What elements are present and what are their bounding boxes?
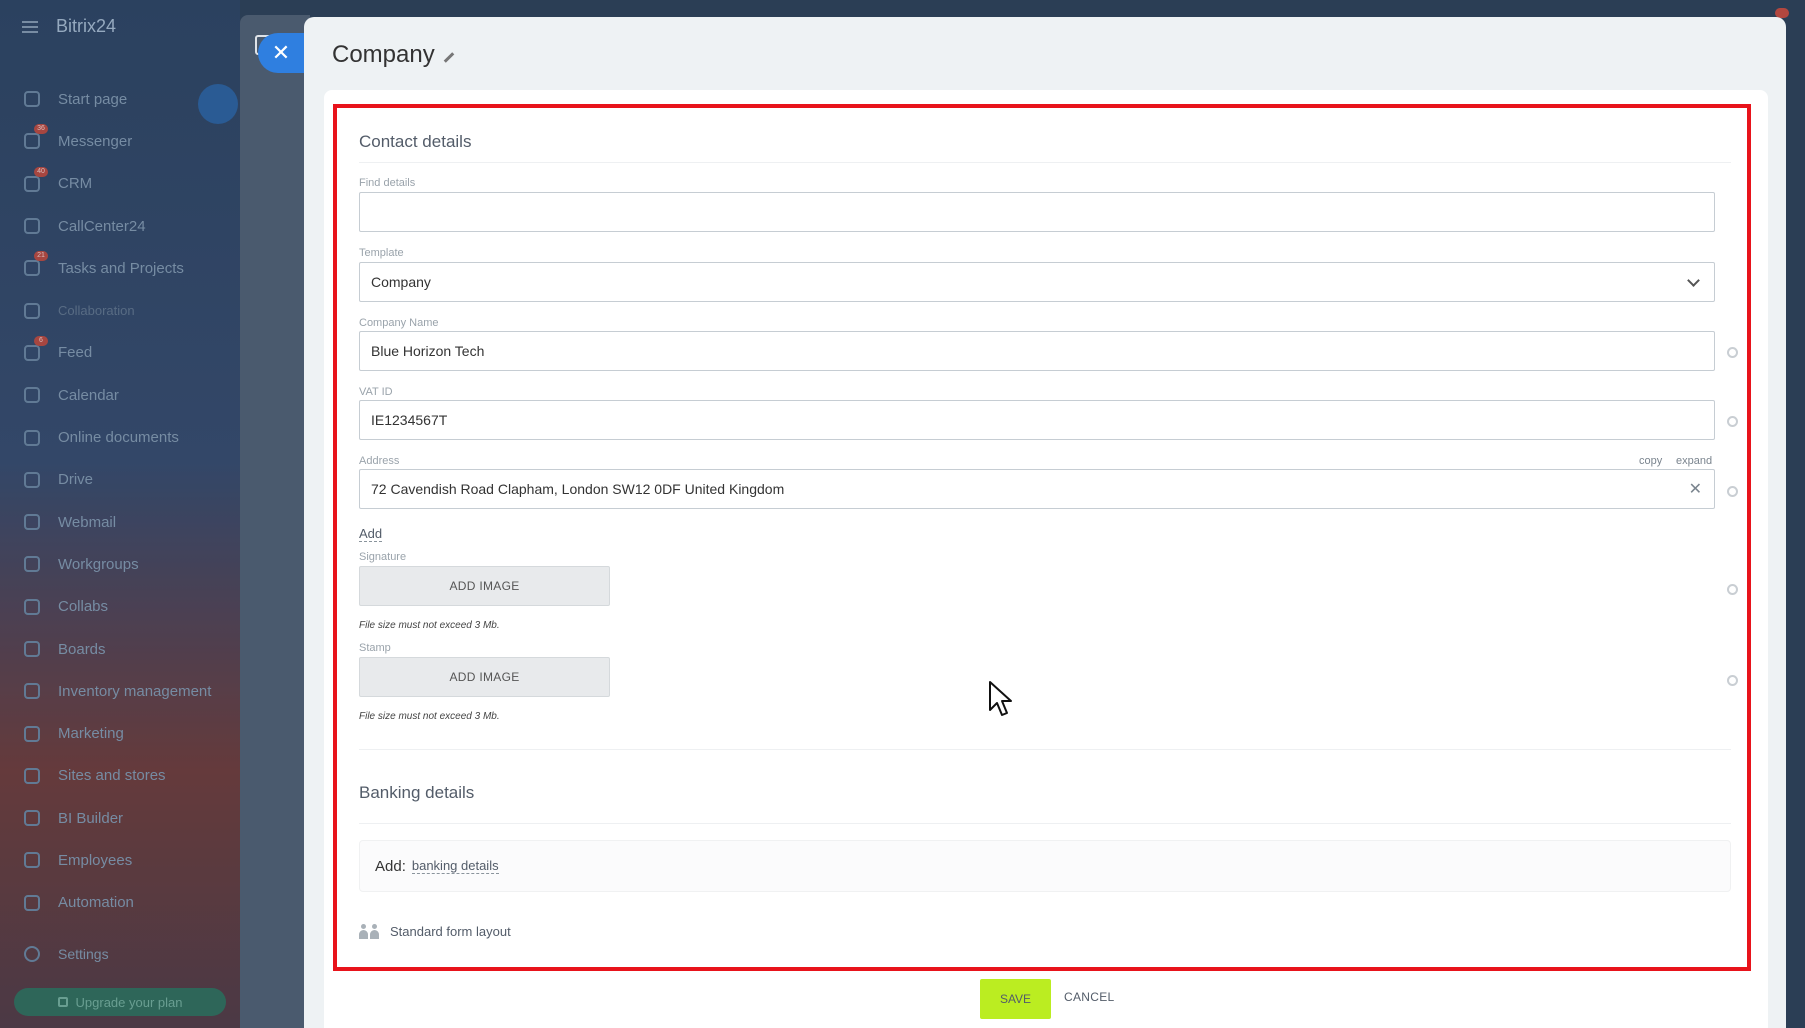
sidebar-item[interactable]: CallCenter24: [0, 205, 240, 247]
phone-icon: [24, 218, 40, 235]
save-button[interactable]: SAVE: [980, 979, 1051, 1019]
mouse-cursor-icon: [989, 681, 1012, 716]
company-name-label: Company Name: [359, 317, 439, 329]
brand: Bitrix24: [22, 16, 116, 37]
gear-icon: [24, 946, 40, 962]
count-badge: 6: [34, 335, 48, 346]
collab-icon: [24, 302, 40, 319]
sidebar-item[interactable]: Boards: [0, 628, 240, 670]
vat-id-field[interactable]: IE1234567T: [359, 400, 1715, 440]
banking-add-row: Add: banking details: [359, 840, 1731, 892]
close-button[interactable]: ✕: [258, 33, 304, 73]
upgrade-button[interactable]: Upgrade your plan: [14, 988, 226, 1016]
company-slider: Company Contact details Find details Tem…: [304, 17, 1786, 1028]
vat-id-label: VAT ID: [359, 386, 393, 398]
page-title: Company: [332, 41, 455, 69]
address-copy-link[interactable]: copy: [1639, 455, 1662, 467]
stamp-add-image-button[interactable]: ADD IMAGE: [359, 657, 610, 697]
sidebar-item[interactable]: Automation: [0, 882, 240, 924]
feed-icon: [24, 344, 40, 361]
count-badge: 21: [34, 251, 48, 262]
chart-icon: [24, 810, 40, 827]
clear-icon[interactable]: ✕: [1689, 479, 1702, 499]
count-badge: 36: [34, 124, 48, 135]
close-icon: ✕: [271, 40, 291, 65]
sidebar-settings[interactable]: Settings: [24, 946, 109, 962]
find-details-label: Find details: [359, 177, 416, 189]
document-icon: [24, 429, 40, 446]
divider: [359, 162, 1731, 163]
sidebar-item[interactable]: 6 Feed: [0, 332, 240, 374]
section-title-banking: Banking details: [359, 783, 475, 802]
board-icon: [24, 641, 40, 657]
gear-icon[interactable]: [1727, 675, 1738, 686]
signature-label: Signature: [359, 551, 407, 563]
calendar-icon: [24, 387, 40, 404]
form-card: Contact details Find details Template Co…: [324, 90, 1768, 1028]
mail-icon: [24, 514, 40, 531]
sidebar-item[interactable]: 40 CRM: [0, 163, 240, 205]
sidebar-item[interactable]: Inventory management: [0, 670, 240, 712]
tasks-icon: [24, 260, 40, 277]
sidebar-item[interactable]: Collaboration: [0, 289, 240, 331]
collabs-icon: [24, 598, 40, 615]
sidebar-item[interactable]: Employees: [0, 839, 240, 881]
inventory-icon: [24, 683, 40, 700]
gear-icon[interactable]: [1727, 416, 1738, 427]
menu-icon[interactable]: [22, 20, 38, 33]
template-select[interactable]: Company: [359, 262, 1715, 302]
automation-icon: [24, 894, 40, 911]
cart-icon: [24, 767, 40, 784]
underlying-slider: [240, 15, 310, 1028]
count-badge: 40: [34, 166, 48, 177]
gear-icon[interactable]: [1727, 347, 1738, 358]
company-name-field[interactable]: Blue Horizon Tech: [359, 331, 1715, 371]
people-icon: [359, 923, 381, 939]
signature-add-image-button[interactable]: ADD IMAGE: [359, 566, 610, 606]
sidebar-toggle-button[interactable]: [198, 84, 238, 124]
sidebar-item[interactable]: Sites and stores: [0, 755, 240, 797]
sidebar-nav: Start page 36 Messenger 40 CRM CallCenter2…: [0, 78, 240, 924]
sidebar-item[interactable]: Webmail: [0, 501, 240, 543]
form-layout-link[interactable]: Standard form layout: [359, 923, 511, 939]
add-address-link[interactable]: Add: [359, 526, 383, 542]
sidebar-item[interactable]: Collabs: [0, 586, 240, 628]
sidebar-item[interactable]: 21 Tasks and Projects: [0, 247, 240, 289]
brand-logo: Bitrix24: [56, 16, 117, 36]
chat-icon: [24, 133, 40, 150]
section-title-contact: Contact details: [359, 132, 472, 151]
drive-icon: [24, 471, 40, 488]
marketing-icon: [24, 725, 40, 742]
stamp-hint: File size must not exceed 3 Mb.: [359, 711, 500, 722]
find-details-input[interactable]: [359, 192, 1715, 232]
sidebar: Bitrix24 Start page 36 Messenger 40 CRM Ca…: [0, 0, 240, 1028]
pencil-icon[interactable]: [443, 51, 455, 63]
cancel-button[interactable]: CANCEL: [1064, 990, 1114, 1004]
add-banking-details-link[interactable]: banking details: [411, 858, 499, 874]
sidebar-item[interactable]: Calendar: [0, 374, 240, 416]
divider: [359, 823, 1731, 824]
address-expand-link[interactable]: expand: [1676, 455, 1712, 467]
sidebar-item[interactable]: Online documents: [0, 416, 240, 458]
sidebar-item[interactable]: Workgroups: [0, 543, 240, 585]
sidebar-item[interactable]: Drive: [0, 459, 240, 501]
sidebar-item[interactable]: 36 Messenger: [0, 120, 240, 162]
address-field[interactable]: 72 Cavendish Road Clapham, London SW12 0…: [359, 469, 1715, 509]
stamp-label: Stamp: [359, 642, 391, 654]
chevron-down-icon: [1687, 274, 1700, 287]
sidebar-item[interactable]: BI Builder: [0, 797, 240, 839]
group-icon: [24, 556, 40, 573]
divider: [359, 749, 1731, 750]
gear-icon[interactable]: [1727, 584, 1738, 595]
address-label: Address: [359, 455, 400, 467]
crm-icon: [24, 175, 40, 192]
employees-icon: [24, 852, 40, 869]
signature-hint: File size must not exceed 3 Mb.: [359, 620, 500, 631]
upgrade-icon: [57, 997, 68, 1007]
sidebar-item[interactable]: Marketing: [0, 712, 240, 754]
template-label: Template: [359, 247, 404, 259]
home-icon: [24, 91, 40, 108]
gear-icon[interactable]: [1727, 486, 1738, 497]
